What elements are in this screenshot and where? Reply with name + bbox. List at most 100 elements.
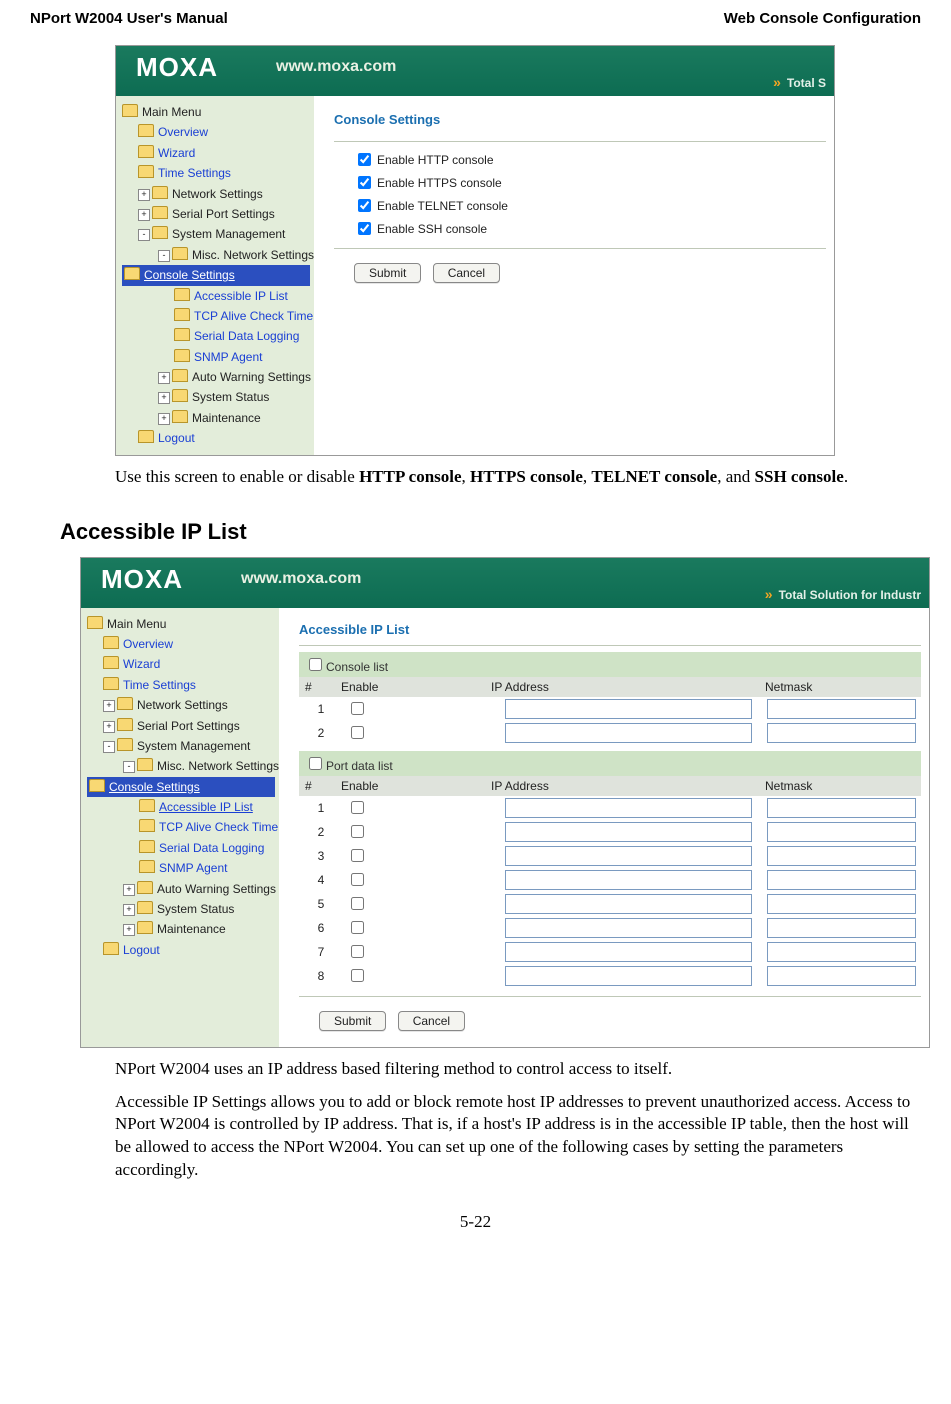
chk-telnet[interactable] [358,199,371,212]
row-enable-checkbox[interactable] [351,921,364,934]
row-enable-checkbox[interactable] [351,897,364,910]
row-enable-checkbox[interactable] [351,849,364,862]
tree-wizard[interactable]: Wizard [122,143,310,163]
tree-serial-log[interactable]: Serial Data Logging [122,326,310,346]
tree-overview[interactable]: Overview [122,122,310,142]
row-netmask-input[interactable] [767,966,916,986]
tree-tcp-alive[interactable]: TCP Alive Check Time [122,306,310,326]
expand-icon[interactable]: + [103,721,115,733]
row-ip-input[interactable] [505,723,752,743]
tree-network[interactable]: +Network Settings [122,184,310,204]
tree-misc[interactable]: -Misc. Network Settings [87,756,275,776]
cancel-button[interactable]: Cancel [398,1011,465,1031]
cancel-button[interactable]: Cancel [433,263,500,283]
tree-autowarn[interactable]: +Auto Warning Settings [87,879,275,899]
tree-misc[interactable]: -Misc. Network Settings [122,245,310,265]
moxa-url: www.moxa.com [241,570,361,588]
row-netmask-input[interactable] [767,822,916,842]
tree-snmp[interactable]: SNMP Agent [122,347,310,367]
folder-icon [138,430,154,443]
row-ip-input[interactable] [505,966,752,986]
moxa-logo: MOXA [136,52,218,83]
row-netmask-input[interactable] [767,846,916,866]
tree-autowarn[interactable]: +Auto Warning Settings [122,367,310,387]
tree-tcp-alive[interactable]: TCP Alive Check Time [87,817,275,837]
row-netmask-input[interactable] [767,870,916,890]
tree-maint[interactable]: +Maintenance [87,919,275,939]
row-enable-checkbox[interactable] [351,969,364,982]
tree-maint[interactable]: +Maintenance [122,408,310,428]
expand-icon[interactable]: + [123,924,135,936]
submit-button[interactable]: Submit [354,263,421,283]
tree-network[interactable]: +Network Settings [87,695,275,715]
row-netmask-input[interactable] [767,723,916,743]
row-ip-input[interactable] [505,798,752,818]
tree-sysmgmt[interactable]: -System Management [122,224,310,244]
expand-icon[interactable]: + [123,884,135,896]
tree-snmp[interactable]: SNMP Agent [87,858,275,878]
col-num: # [305,680,341,694]
row-netmask-input[interactable] [767,942,916,962]
tree-overview[interactable]: Overview [87,634,275,654]
tree-wizard[interactable]: Wizard [87,654,275,674]
collapse-icon[interactable]: - [138,229,150,241]
tree-time[interactable]: Time Settings [122,163,310,183]
collapse-icon[interactable]: - [158,250,170,262]
row-number: 6 [299,916,343,940]
collapse-icon[interactable]: - [123,761,135,773]
row-enable-checkbox[interactable] [351,945,364,958]
expand-icon[interactable]: + [158,372,170,384]
tree-sysstatus[interactable]: +System Status [122,387,310,407]
tree-serial-log[interactable]: Serial Data Logging [87,838,275,858]
row-ip-input[interactable] [505,894,752,914]
row-netmask-input[interactable] [767,798,916,818]
tree-accessible-ip[interactable]: Accessible IP List [122,286,310,306]
row-netmask-input[interactable] [767,918,916,938]
console-list-toggle[interactable] [309,658,322,671]
tree-console-settings[interactable]: Console Settings [87,777,275,797]
expand-icon[interactable]: + [158,392,170,404]
row-ip-input[interactable] [505,699,752,719]
tree-console-settings[interactable]: Console Settings [122,265,310,285]
tree-logout[interactable]: Logout [87,940,275,960]
chk-https[interactable] [358,176,371,189]
tree-accessible-ip[interactable]: Accessible IP List [87,797,275,817]
submit-button[interactable]: Submit [319,1011,386,1031]
row-ip-input[interactable] [505,822,752,842]
row-netmask-input[interactable] [767,894,916,914]
expand-icon[interactable]: + [138,209,150,221]
port-list-toggle[interactable] [309,757,322,770]
tree-serial[interactable]: +Serial Port Settings [122,204,310,224]
folder-icon [137,921,153,934]
tree-root[interactable]: Main Menu [122,102,310,122]
row-ip-input[interactable] [505,870,752,890]
chk-ssh[interactable] [358,222,371,235]
chk-http[interactable] [358,153,371,166]
row-ip-input[interactable] [505,918,752,938]
tree-root[interactable]: Main Menu [87,614,275,634]
tree-logout[interactable]: Logout [122,428,310,448]
screenshot-console-settings: MOXA www.moxa.com Total S Main Menu Over… [115,45,835,456]
tree-sysstatus[interactable]: +System Status [87,899,275,919]
tree-sysmgmt[interactable]: -System Management [87,736,275,756]
bold: HTTPS console [470,467,583,486]
row-enable-checkbox[interactable] [351,801,364,814]
row-ip-input[interactable] [505,846,752,866]
row-enable-checkbox[interactable] [351,702,364,715]
row-enable-checkbox[interactable] [351,825,364,838]
divider [334,141,826,142]
row-enable-checkbox[interactable] [351,873,364,886]
row-netmask-input[interactable] [767,699,916,719]
expand-icon[interactable]: + [138,189,150,201]
divider [299,996,921,997]
row-enable-checkbox[interactable] [351,726,364,739]
table-row: 1 [299,697,921,721]
row-ip-input[interactable] [505,942,752,962]
tree-time[interactable]: Time Settings [87,675,275,695]
collapse-icon[interactable]: - [103,741,115,753]
tree-serial[interactable]: +Serial Port Settings [87,716,275,736]
expand-icon[interactable]: + [123,904,135,916]
expand-icon[interactable]: + [158,413,170,425]
expand-icon[interactable]: + [103,700,115,712]
col-netmask: Netmask [765,779,915,793]
